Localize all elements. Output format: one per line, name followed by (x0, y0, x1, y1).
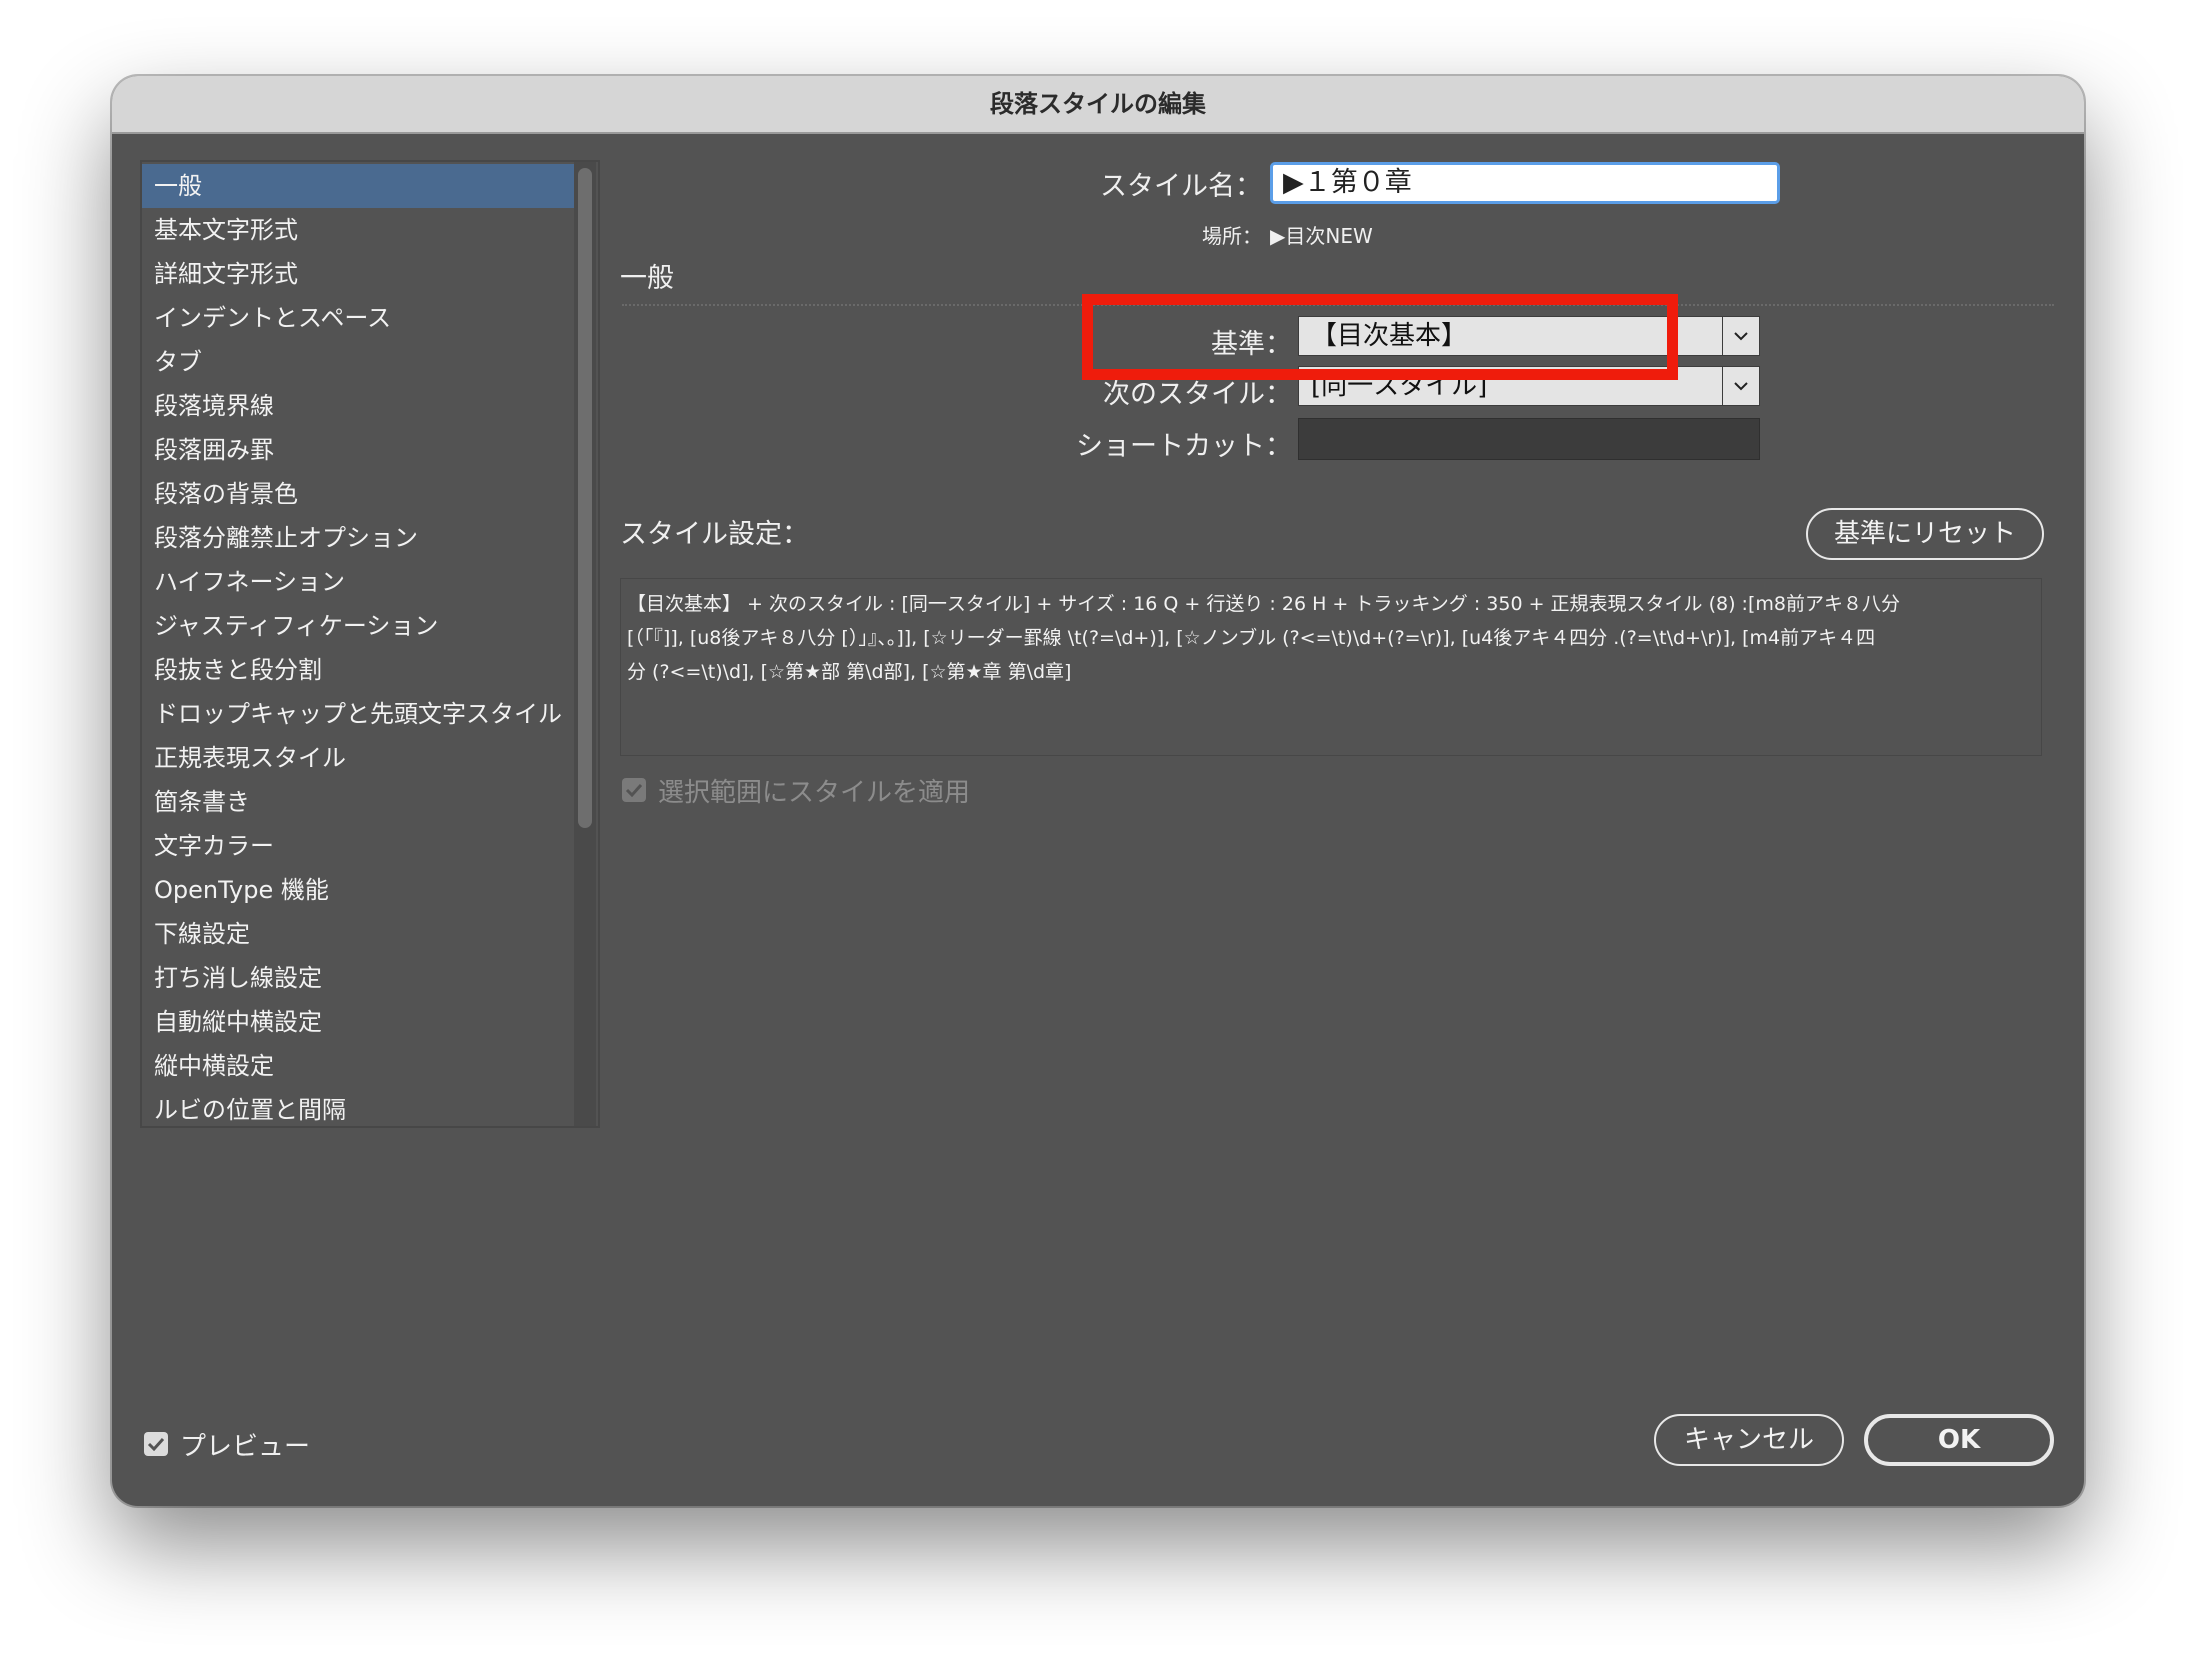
preview-label: プレビュー (180, 1432, 311, 1462)
category-list-items: 一般 基本文字形式 詳細文字形式 インデントとスペース タブ 段落境界線 段落囲み罫 段落の背… (142, 164, 576, 1132)
cancel-button[interactable]: キャンセル (1654, 1414, 1844, 1466)
category-list-scrollbar[interactable] (574, 162, 596, 1126)
style-settings-label: スタイル設定： (620, 519, 809, 550)
chevron-down-icon (1722, 317, 1759, 355)
location-label: 場所： (1202, 224, 1262, 248)
style-settings-line: [（「『]], [u8後アキ８八分 [）」』、。]], [☆リーダー罫線 \t(… (627, 627, 1876, 649)
style-name-input[interactable]: ▶１第０章 (1270, 162, 1780, 204)
location-value: ▶目次NEW (1270, 224, 1373, 248)
style-settings-summary: 【目次基本】 + 次のスタイル : [同一スタイル] + サイズ : 16 Q … (620, 578, 2042, 756)
sidebar-item[interactable]: 文字カラー (142, 824, 576, 868)
shortcut-input[interactable] (1298, 418, 1760, 460)
sidebar-item[interactable]: 下線設定 (142, 912, 576, 956)
section-title: 一般 (620, 263, 674, 294)
sidebar-item[interactable]: 正規表現スタイル (142, 736, 576, 780)
category-list: 一般 基本文字形式 詳細文字形式 インデントとスペース タブ 段落境界線 段落囲み罫 段落の背… (140, 160, 600, 1128)
sidebar-item[interactable]: 段落分離禁止オプション (142, 516, 576, 560)
sidebar-item[interactable]: ハイフネーション (142, 560, 576, 604)
shortcut-label: ショートカット： (1076, 431, 1292, 462)
chevron-down-icon (1722, 367, 1759, 405)
scrollbar-thumb[interactable] (578, 168, 592, 828)
style-settings-line: 【目次基本】 + 次のスタイル : [同一スタイル] + サイズ : 16 Q … (627, 593, 1900, 615)
sidebar-item[interactable]: 打ち消し線設定 (142, 956, 576, 1000)
apply-to-selection-label: 選択範囲にスタイルを適用 (658, 778, 971, 808)
sidebar-item[interactable]: OpenType 機能 (142, 868, 576, 912)
edit-paragraph-style-dialog: 段落スタイルの編集 一般 基本文字形式 詳細文字形式 インデントとスペース タブ 段落境界… (112, 76, 2084, 1506)
sidebar-item[interactable]: 一般 (142, 164, 576, 208)
sidebar-item[interactable]: 箇条書き (142, 780, 576, 824)
dialog-title: 段落スタイルの編集 (112, 76, 2084, 134)
sidebar-item[interactable]: 段抜きと段分割 (142, 648, 576, 692)
sidebar-item[interactable]: ジャスティフィケーション (142, 604, 576, 648)
style-name-label: スタイル名： (1100, 171, 1262, 202)
sidebar-item[interactable]: 段落囲み罫 (142, 428, 576, 472)
sidebar-item[interactable]: インデントとスペース (142, 296, 576, 340)
sidebar-item[interactable]: 段落境界線 (142, 384, 576, 428)
sidebar-item[interactable]: 基本文字形式 (142, 208, 576, 252)
style-settings-line: 分 (?<=\t)\d], [☆第★部 第\d部], [☆第★章 第\d章] (627, 661, 1072, 683)
based-on-highlight (1082, 294, 1678, 380)
ok-button[interactable]: OK (1864, 1414, 2054, 1466)
sidebar-item[interactable]: タブ (142, 340, 576, 384)
reset-to-base-button[interactable]: 基準にリセット (1806, 508, 2044, 560)
apply-to-selection-checkbox[interactable] (622, 778, 646, 802)
style-name-value: ▶１第０章 (1283, 167, 1412, 198)
sidebar-item[interactable]: 縦中横設定 (142, 1044, 576, 1088)
sidebar-item[interactable]: 段落の背景色 (142, 472, 576, 516)
sidebar-item[interactable]: 詳細文字形式 (142, 252, 576, 296)
sidebar-item[interactable]: 自動縦中横設定 (142, 1000, 576, 1044)
sidebar-item[interactable]: ドロップキャップと先頭文字スタイル (142, 692, 576, 736)
checkmark-icon (147, 1437, 165, 1451)
preview-checkbox[interactable] (144, 1432, 168, 1456)
checkmark-icon (625, 783, 643, 797)
sidebar-item[interactable]: ルビの位置と間隔 (142, 1088, 576, 1132)
